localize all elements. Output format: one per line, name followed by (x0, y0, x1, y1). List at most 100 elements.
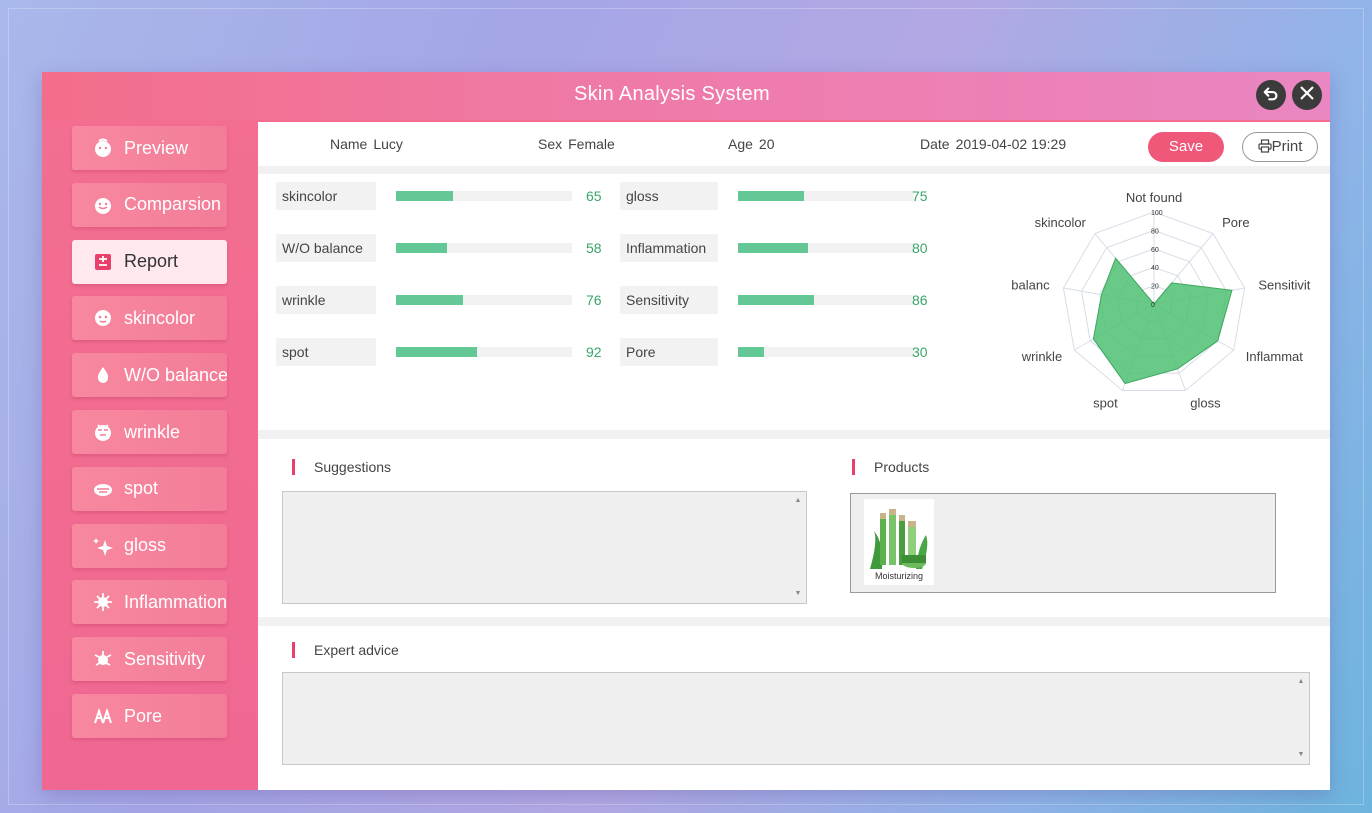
sidebar-item-label: skincolor (124, 307, 196, 328)
stat-bar-fill (738, 295, 814, 305)
sensitivity-icon (92, 648, 114, 670)
stat-bar-fill (738, 243, 809, 253)
sidebar-item-comparsion[interactable]: Comparsion (72, 182, 227, 227)
spot-icon (92, 478, 114, 500)
stat-label-sensitivity: Sensitivity (620, 286, 718, 314)
product-card[interactable]: Moisturizing (864, 499, 934, 585)
sidebar-item-label: Report (124, 251, 179, 272)
radar-axis-label: wrinkle (1021, 349, 1062, 364)
save-button[interactable]: Save (1148, 132, 1224, 162)
wrinkle-icon (92, 421, 114, 443)
date-field: Date 2019-04-02 19:29 (920, 122, 1066, 166)
face-compare-icon (92, 194, 114, 216)
radar-tick-label: 0 (1151, 302, 1155, 309)
stat-bar (738, 191, 914, 201)
product-name: Moisturizing (874, 571, 923, 581)
stat-value: 76 (586, 292, 602, 308)
age-label: Age (728, 136, 753, 152)
skincolor-icon (92, 307, 114, 329)
expert-advice-textarea[interactable]: ▲ ▼ (282, 672, 1310, 765)
radar-data-area (1092, 257, 1233, 385)
stat-bar-fill (738, 191, 804, 201)
sidebar-item-spot[interactable]: spot (72, 466, 227, 511)
expert-advice-panel: Expert advice ▲ ▼ (258, 626, 1330, 790)
print-button[interactable]: Print (1242, 132, 1318, 162)
sex-value: Female (568, 136, 615, 152)
stats-panel: 100 80 60 40 20 0 Not found Pore Sensitivit Infla… (258, 174, 1330, 430)
report-icon (92, 251, 114, 273)
radar-axis-label: Pore (1222, 215, 1249, 230)
sidebar-item-label: W/O balance (124, 364, 227, 385)
stat-value: 58 (586, 240, 602, 256)
sidebar-item-gloss[interactable]: gloss (72, 523, 227, 568)
sidebar-item-skincolor[interactable]: skincolor (72, 296, 227, 341)
close-icon (1298, 84, 1316, 107)
patient-info-bar: Name Lucy Sex Female Age 20 Date 2019-04-02 … (258, 122, 1330, 166)
sidebar-item-sensitivity[interactable]: Sensitivity (72, 637, 227, 682)
sidebar-item-wrinkle[interactable]: wrinkle (72, 410, 227, 454)
stat-bar (738, 347, 914, 357)
sidebar-item-w-o-balance[interactable]: W/O balance (72, 353, 227, 398)
sidebar-item-label: Preview (124, 137, 189, 158)
radar-axis-label: Inflammat (1246, 349, 1303, 364)
date-label: Date (920, 136, 950, 152)
sidebar-item-pore[interactable]: Pore (72, 694, 227, 738)
radar-tick-label: 100 (1151, 210, 1163, 217)
radar-tick-label: 40 (1151, 265, 1159, 272)
suggestions-textarea[interactable]: ▲ ▼ (282, 491, 807, 604)
stat-bar-fill (396, 347, 477, 357)
products-title: Products (852, 457, 929, 477)
sidebar-item-label: gloss (124, 535, 167, 556)
back-button[interactable] (1256, 80, 1286, 110)
radar-axis-label: spot (1093, 396, 1118, 411)
radar-tick-label: 80 (1151, 228, 1159, 235)
close-button[interactable] (1292, 80, 1322, 110)
bottle-icon (870, 509, 928, 569)
stat-label-wrinkle: wrinkle (276, 286, 376, 314)
age-field: Age 20 (728, 122, 775, 166)
stat-value: 65 (586, 188, 602, 204)
pore-icon (92, 705, 114, 727)
stat-bar (738, 243, 914, 253)
main-content: Name Lucy Sex Female Age 20 Date 2019-04-02 … (258, 122, 1330, 790)
stat-bar (396, 295, 572, 305)
stat-value: 92 (586, 344, 602, 360)
stat-bar (738, 295, 914, 305)
name-field: Name Lucy (330, 122, 403, 166)
sidebar-item-label: wrinkle (124, 421, 181, 442)
name-value: Lucy (373, 136, 403, 152)
sidebar-item-label: spot (124, 478, 159, 499)
scroll-down-icon[interactable]: ▼ (793, 589, 803, 599)
sparkle-icon (92, 535, 114, 557)
sidebar-item-preview[interactable]: Preview (72, 126, 227, 170)
radar-axis-label: W/O balanc (1012, 278, 1050, 293)
sidebar-item-label: Inflammation (124, 591, 227, 612)
stat-bar-fill (396, 295, 463, 305)
virus-icon (92, 591, 114, 613)
sidebar-item-label: Comparsion (124, 194, 222, 215)
face-icon (92, 137, 114, 159)
name-label: Name (330, 136, 368, 152)
radar-axis-label: Not found (1126, 190, 1182, 205)
radar-axis-label: skincolor (1035, 215, 1087, 230)
sidebar-item-label: Pore (124, 705, 163, 726)
stat-bar (396, 191, 572, 201)
radar-chart: 100 80 60 40 20 0 Not found Pore Sensitivit Infla… (1012, 190, 1311, 411)
suggestions-title: Suggestions (292, 457, 391, 477)
stat-label-w-o-balance: W/O balance (276, 234, 376, 262)
products-list: Moisturizing (850, 493, 1276, 593)
scroll-down-icon[interactable]: ▼ (1296, 750, 1306, 760)
stat-bar (396, 347, 572, 357)
print-label: Print (1271, 138, 1303, 155)
expert-advice-title: Expert advice (292, 640, 399, 660)
sidebar-item-inflammation[interactable]: Inflammation (72, 580, 227, 625)
sidebar-item-report[interactable]: Report (72, 239, 227, 284)
stat-value: 75 (912, 188, 928, 204)
sidebar-item-label: Sensitivity (124, 648, 206, 669)
radar-tick-label: 60 (1151, 247, 1159, 254)
scroll-up-icon[interactable]: ▲ (793, 496, 803, 506)
title-bar: Skin Analysis System (42, 72, 1330, 120)
stat-value: 30 (912, 344, 928, 360)
scroll-up-icon[interactable]: ▲ (1296, 677, 1306, 687)
stat-label-pore: Pore (620, 338, 718, 366)
